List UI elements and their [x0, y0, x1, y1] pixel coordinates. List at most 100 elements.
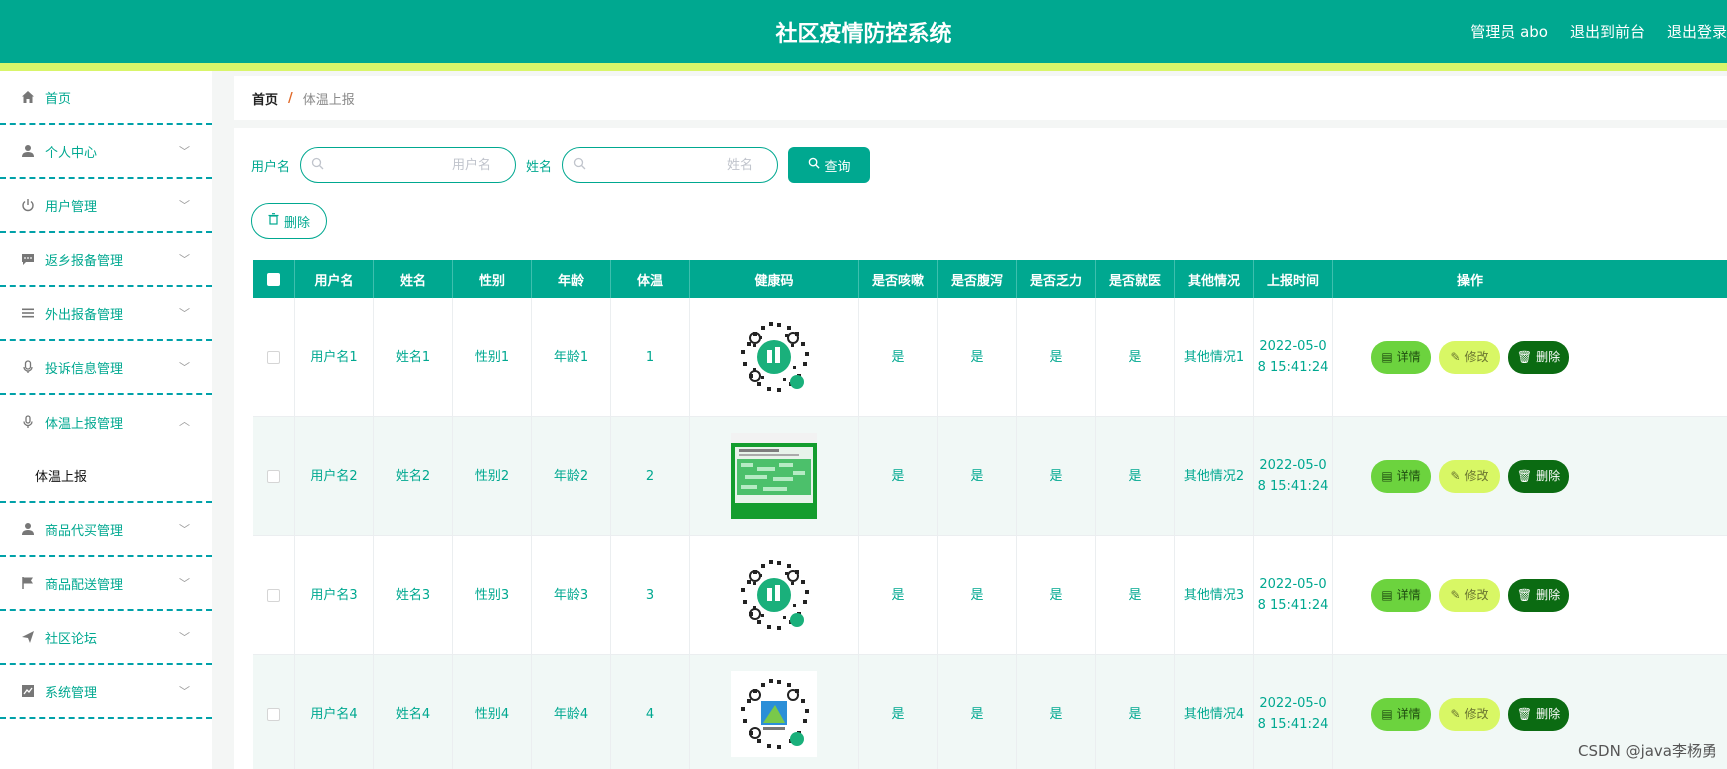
- cell-gender: 性别3: [453, 536, 532, 654]
- username-search-box: [300, 147, 517, 183]
- bulk-delete-button[interactable]: 删除: [251, 203, 327, 239]
- cell-name: 姓名1: [374, 298, 453, 416]
- col-header: 用户名: [295, 260, 374, 298]
- sidebar-item-label: 系统管理: [45, 685, 98, 701]
- cell-gender: 性别4: [453, 655, 532, 769]
- edit-button[interactable]: ✎ 修改: [1439, 697, 1500, 731]
- edit-button[interactable]: ✎ 修改: [1439, 578, 1500, 612]
- breadcrumb-current: 体温上报: [302, 92, 355, 108]
- cell-cough: 是: [859, 298, 938, 416]
- sidebar-subitem-temperature-report[interactable]: 体温上报: [0, 449, 212, 503]
- sidebar-item-personal-center[interactable]: 个人中心 ﹀: [0, 125, 212, 179]
- time-line-1: 2022-05-0: [1259, 696, 1327, 711]
- cell-doctor: 是: [1096, 298, 1175, 416]
- username-label: 用户名: [251, 159, 291, 175]
- sidebar-item-home[interactable]: 首页: [0, 71, 212, 125]
- chevron-down-icon: ﹀: [179, 577, 190, 590]
- pencil-icon: ✎: [1450, 468, 1461, 483]
- cell-gender: 性别2: [453, 417, 532, 535]
- mini-program-code-image: [731, 671, 817, 757]
- edit-button[interactable]: ✎ 修改: [1439, 340, 1500, 374]
- sidebar-item-user-management[interactable]: 用户管理 ﹀: [0, 179, 212, 233]
- row-checkbox[interactable]: [267, 469, 280, 483]
- delete-button[interactable]: 🗑 删除: [1508, 697, 1569, 731]
- chart-icon: [20, 683, 36, 699]
- app-title: 社区疫情防控系统: [775, 22, 952, 47]
- query-button[interactable]: 查询: [788, 147, 871, 183]
- row-checkbox[interactable]: [267, 707, 280, 721]
- sidebar-item-complaint[interactable]: 投诉信息管理 ﹀: [0, 341, 212, 395]
- delete-button[interactable]: 🗑 删除: [1508, 459, 1569, 493]
- detail-button[interactable]: ▤ 详情: [1371, 578, 1431, 612]
- sidebar-item-purchase[interactable]: 商品代买管理 ﹀: [0, 503, 212, 557]
- sidebar-item-forum[interactable]: 社区论坛 ﹀: [0, 611, 212, 665]
- sidebar-item-delivery[interactable]: 商品配送管理 ﹀: [0, 557, 212, 611]
- cell-health-code: [690, 536, 859, 654]
- sidebar-item-return-report[interactable]: 返乡报备管理 ﹀: [0, 233, 212, 287]
- power-icon: [20, 197, 36, 213]
- col-header: 健康码: [690, 260, 859, 298]
- name-input[interactable]: [593, 154, 764, 176]
- select-all-checkbox[interactable]: [267, 272, 280, 286]
- table-row: 用户名3 姓名3 性别3 年龄3 3 是 是 是 是 其他情况3 2022-05…: [253, 536, 1727, 655]
- cell-temp: 1: [611, 298, 690, 416]
- sidebar-item-temperature[interactable]: 体温上报管理 ︿: [0, 395, 212, 449]
- screenshot-thumbnail-image: [731, 433, 817, 519]
- pencil-icon: ✎: [1450, 587, 1461, 602]
- table-row: 用户名4 姓名4 性别4 年龄4 4 是 是 是 是 其他情况4 2022-05…: [253, 655, 1727, 769]
- cell-diarrhea: 是: [938, 536, 1017, 654]
- cell-cough: 是: [859, 536, 938, 654]
- sidebar-item-label: 返乡报备管理: [45, 253, 124, 269]
- chevron-down-icon: ﹀: [179, 361, 190, 374]
- row-checkbox[interactable]: [267, 350, 280, 364]
- cell-diarrhea: 是: [938, 298, 1017, 416]
- sidebar-item-label: 首页: [45, 91, 72, 107]
- cell-name: 姓名2: [374, 417, 453, 535]
- back-to-front-link[interactable]: 退出到前台: [1570, 21, 1645, 42]
- chevron-down-icon: ﹀: [179, 145, 190, 158]
- detail-button[interactable]: ▤ 详情: [1371, 697, 1431, 731]
- delete-button[interactable]: 🗑 删除: [1508, 340, 1569, 374]
- cell-actions: ▤ 详情 ✎ 修改 🗑 删除: [1333, 298, 1607, 416]
- sidebar-item-outing-report[interactable]: 外出报备管理 ﹀: [0, 287, 212, 341]
- send-icon: [20, 629, 36, 645]
- col-header: 性别: [453, 260, 532, 298]
- pencil-icon: ✎: [1450, 349, 1461, 364]
- bulk-delete-label: 删除: [283, 215, 310, 231]
- delete-button[interactable]: 🗑 删除: [1508, 578, 1569, 612]
- row-checkbox[interactable]: [267, 588, 280, 602]
- menu-icon: [20, 305, 36, 321]
- logout-link[interactable]: 退出登录: [1667, 21, 1727, 42]
- sidebar-item-label: 投诉信息管理: [45, 361, 124, 377]
- cell-health-code: [690, 417, 859, 535]
- edit-button[interactable]: ✎ 修改: [1439, 459, 1500, 493]
- time-line-2: 8 15:41:24: [1257, 717, 1329, 732]
- col-header: 是否就医: [1096, 260, 1175, 298]
- col-header: 年龄: [532, 260, 611, 298]
- delete-label: 删除: [1536, 468, 1561, 483]
- admin-username[interactable]: 管理员 abo: [1470, 21, 1548, 42]
- username-input[interactable]: [331, 154, 502, 176]
- detail-button[interactable]: ▤ 详情: [1371, 340, 1431, 374]
- detail-label: 详情: [1396, 468, 1421, 483]
- pencil-icon: ✎: [1450, 706, 1461, 721]
- chevron-down-icon: ﹀: [179, 685, 190, 698]
- cell-fatigue: 是: [1017, 298, 1096, 416]
- cell-doctor: 是: [1096, 417, 1175, 535]
- cell-doctor: 是: [1096, 536, 1175, 654]
- cell-name: 姓名4: [374, 655, 453, 769]
- time-line-1: 2022-05-0: [1259, 458, 1327, 473]
- col-header: 其他情况: [1175, 260, 1254, 298]
- sidebar-item-system[interactable]: 系统管理 ﹀: [0, 665, 212, 719]
- detail-button[interactable]: ▤ 详情: [1371, 459, 1431, 493]
- row-checkbox-cell: [253, 417, 295, 535]
- edit-label: 修改: [1464, 706, 1489, 721]
- cell-report-time: 2022-05-0 8 15:41:24: [1254, 655, 1333, 769]
- chevron-down-icon: ﹀: [179, 307, 190, 320]
- breadcrumb-home[interactable]: 首页: [252, 89, 278, 108]
- cell-temp: 3: [611, 536, 690, 654]
- cell-health-code: [690, 298, 859, 416]
- col-header: 体温: [611, 260, 690, 298]
- edit-label: 修改: [1464, 587, 1489, 602]
- breadcrumb: 首页 / 体温上报: [234, 76, 1727, 120]
